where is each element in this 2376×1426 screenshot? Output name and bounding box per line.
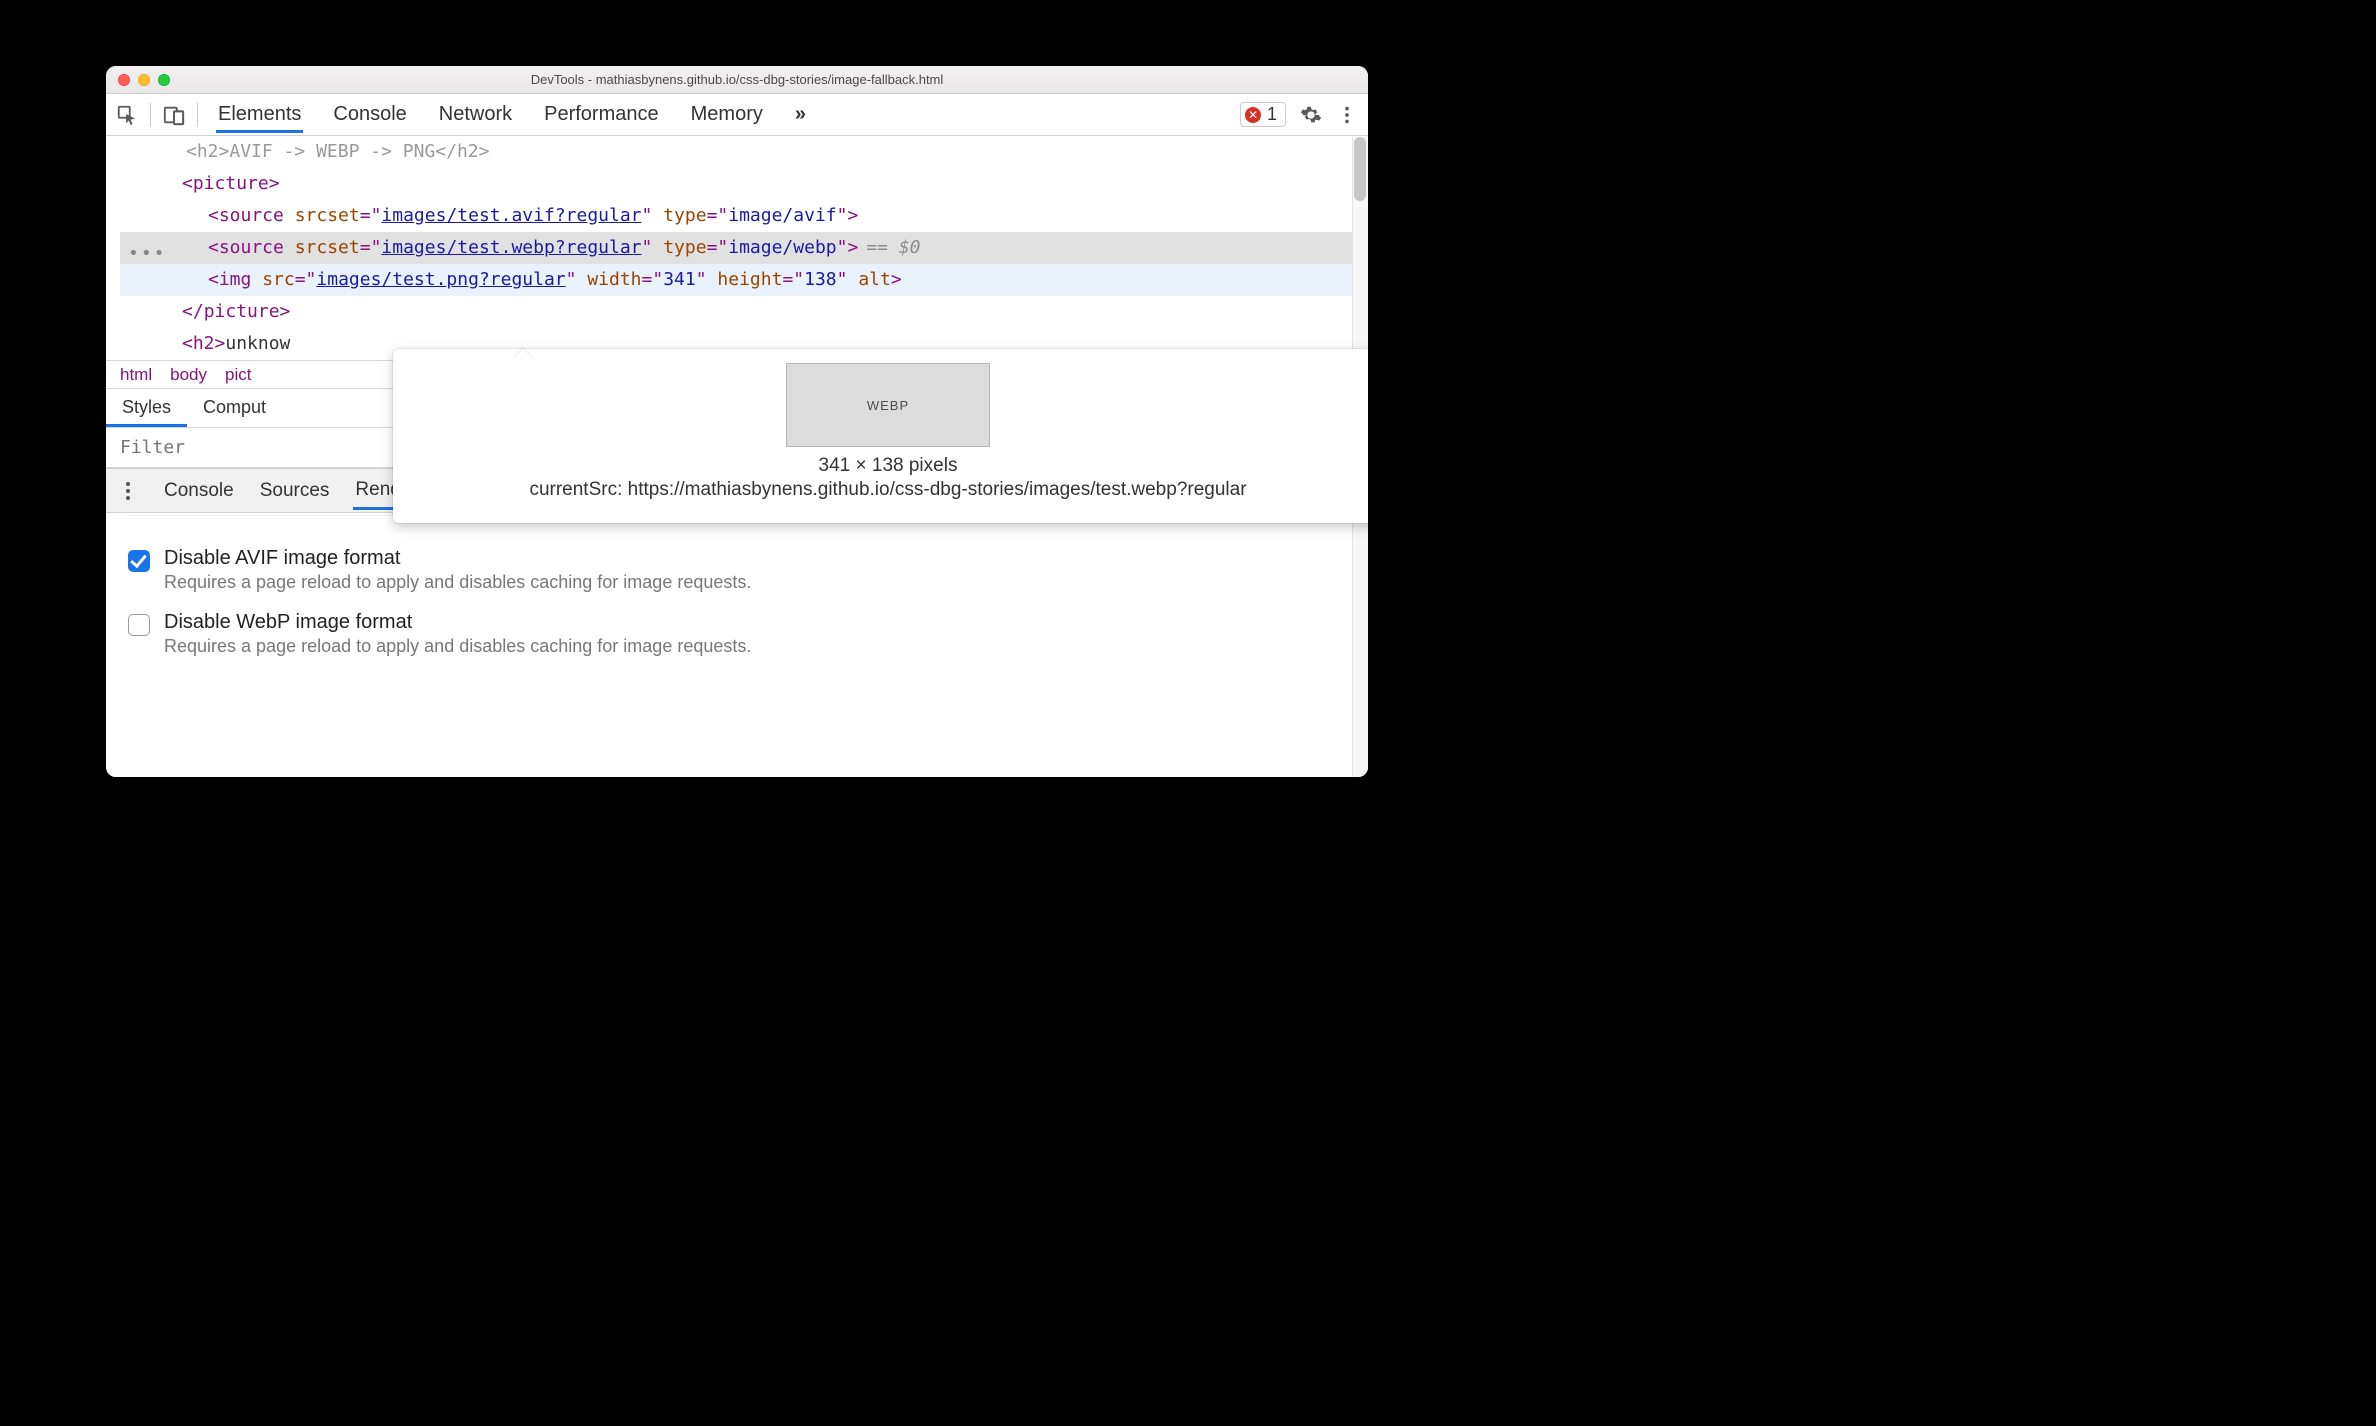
- devtools-window: DevTools - mathiasbynens.github.io/css-d…: [106, 66, 1368, 777]
- tab-memory[interactable]: Memory: [689, 97, 765, 133]
- device-toggle-icon[interactable]: [163, 104, 185, 126]
- main-toolbar: Elements Console Network Performance Mem…: [106, 94, 1368, 136]
- error-icon: ✕: [1245, 107, 1261, 123]
- tab-console[interactable]: Console: [331, 97, 408, 133]
- settings-icon[interactable]: [1300, 104, 1322, 126]
- preview-currentsrc: currentSrc: https://mathiasbynens.github…: [529, 479, 1246, 501]
- error-count-badge[interactable]: ✕ 1: [1240, 102, 1286, 127]
- window-controls: [106, 74, 170, 86]
- tab-performance[interactable]: Performance: [542, 97, 661, 133]
- crumb-picture[interactable]: pict: [225, 365, 251, 385]
- dom-img-hover[interactable]: <img src="images/test.png?regular" width…: [120, 264, 1368, 296]
- crumb-html[interactable]: html: [120, 365, 152, 385]
- dom-source-2-selected[interactable]: ••• <source srcset="images/test.webp?reg…: [120, 232, 1368, 264]
- dom-source-1[interactable]: <source srcset="images/test.avif?regular…: [120, 200, 1368, 232]
- styles-filter-input[interactable]: [118, 436, 298, 459]
- preview-thumbnail: WEBP: [786, 363, 990, 447]
- preview-dimensions: 341 × 138 pixels: [819, 455, 958, 477]
- tabs-overflow[interactable]: »: [793, 97, 808, 133]
- minimize-window-dot[interactable]: [138, 74, 150, 86]
- dom-picture-close[interactable]: </picture>: [120, 296, 1368, 328]
- opt-desc: Requires a page reload to apply and disa…: [164, 572, 751, 593]
- option-disable-webp[interactable]: Disable WebP image format Requires a pag…: [128, 611, 1346, 657]
- titlebar: DevTools - mathiasbynens.github.io/css-d…: [106, 66, 1368, 94]
- kebab-menu-icon[interactable]: [1336, 104, 1358, 126]
- drawer-menu-icon[interactable]: [126, 489, 130, 493]
- rendering-panel: Disable AVIF image format Requires a pag…: [106, 513, 1368, 777]
- opt-desc: Requires a page reload to apply and disa…: [164, 636, 751, 657]
- scrollbar-thumb[interactable]: [1354, 137, 1366, 201]
- checkbox-avif[interactable]: [128, 550, 150, 572]
- tab-elements[interactable]: Elements: [216, 97, 303, 133]
- image-preview-tooltip: WEBP 341 × 138 pixels currentSrc: https:…: [393, 349, 1368, 523]
- checkbox-webp[interactable]: [128, 614, 150, 636]
- drawer-tab-console[interactable]: Console: [162, 472, 236, 510]
- opt-title: Disable AVIF image format: [164, 547, 751, 570]
- main-tabs: Elements Console Network Performance Mem…: [216, 97, 808, 133]
- subtab-computed[interactable]: Comput: [187, 389, 282, 427]
- zoom-window-dot[interactable]: [158, 74, 170, 86]
- window-title: DevTools - mathiasbynens.github.io/css-d…: [106, 72, 1368, 87]
- tab-network[interactable]: Network: [437, 97, 514, 133]
- dom-picture-open[interactable]: <picture>: [120, 168, 1368, 200]
- close-window-dot[interactable]: [118, 74, 130, 86]
- opt-title: Disable WebP image format: [164, 611, 751, 634]
- select-element-icon[interactable]: [116, 104, 138, 126]
- option-disable-avif[interactable]: Disable AVIF image format Requires a pag…: [128, 547, 1346, 593]
- drawer-tab-sources[interactable]: Sources: [258, 472, 332, 510]
- crumb-body[interactable]: body: [170, 365, 207, 385]
- error-count: 1: [1267, 104, 1277, 125]
- dom-line-cut: <h2>AVIF -> WEBP -> PNG</h2>: [120, 136, 1368, 168]
- subtab-styles[interactable]: Styles: [106, 389, 187, 427]
